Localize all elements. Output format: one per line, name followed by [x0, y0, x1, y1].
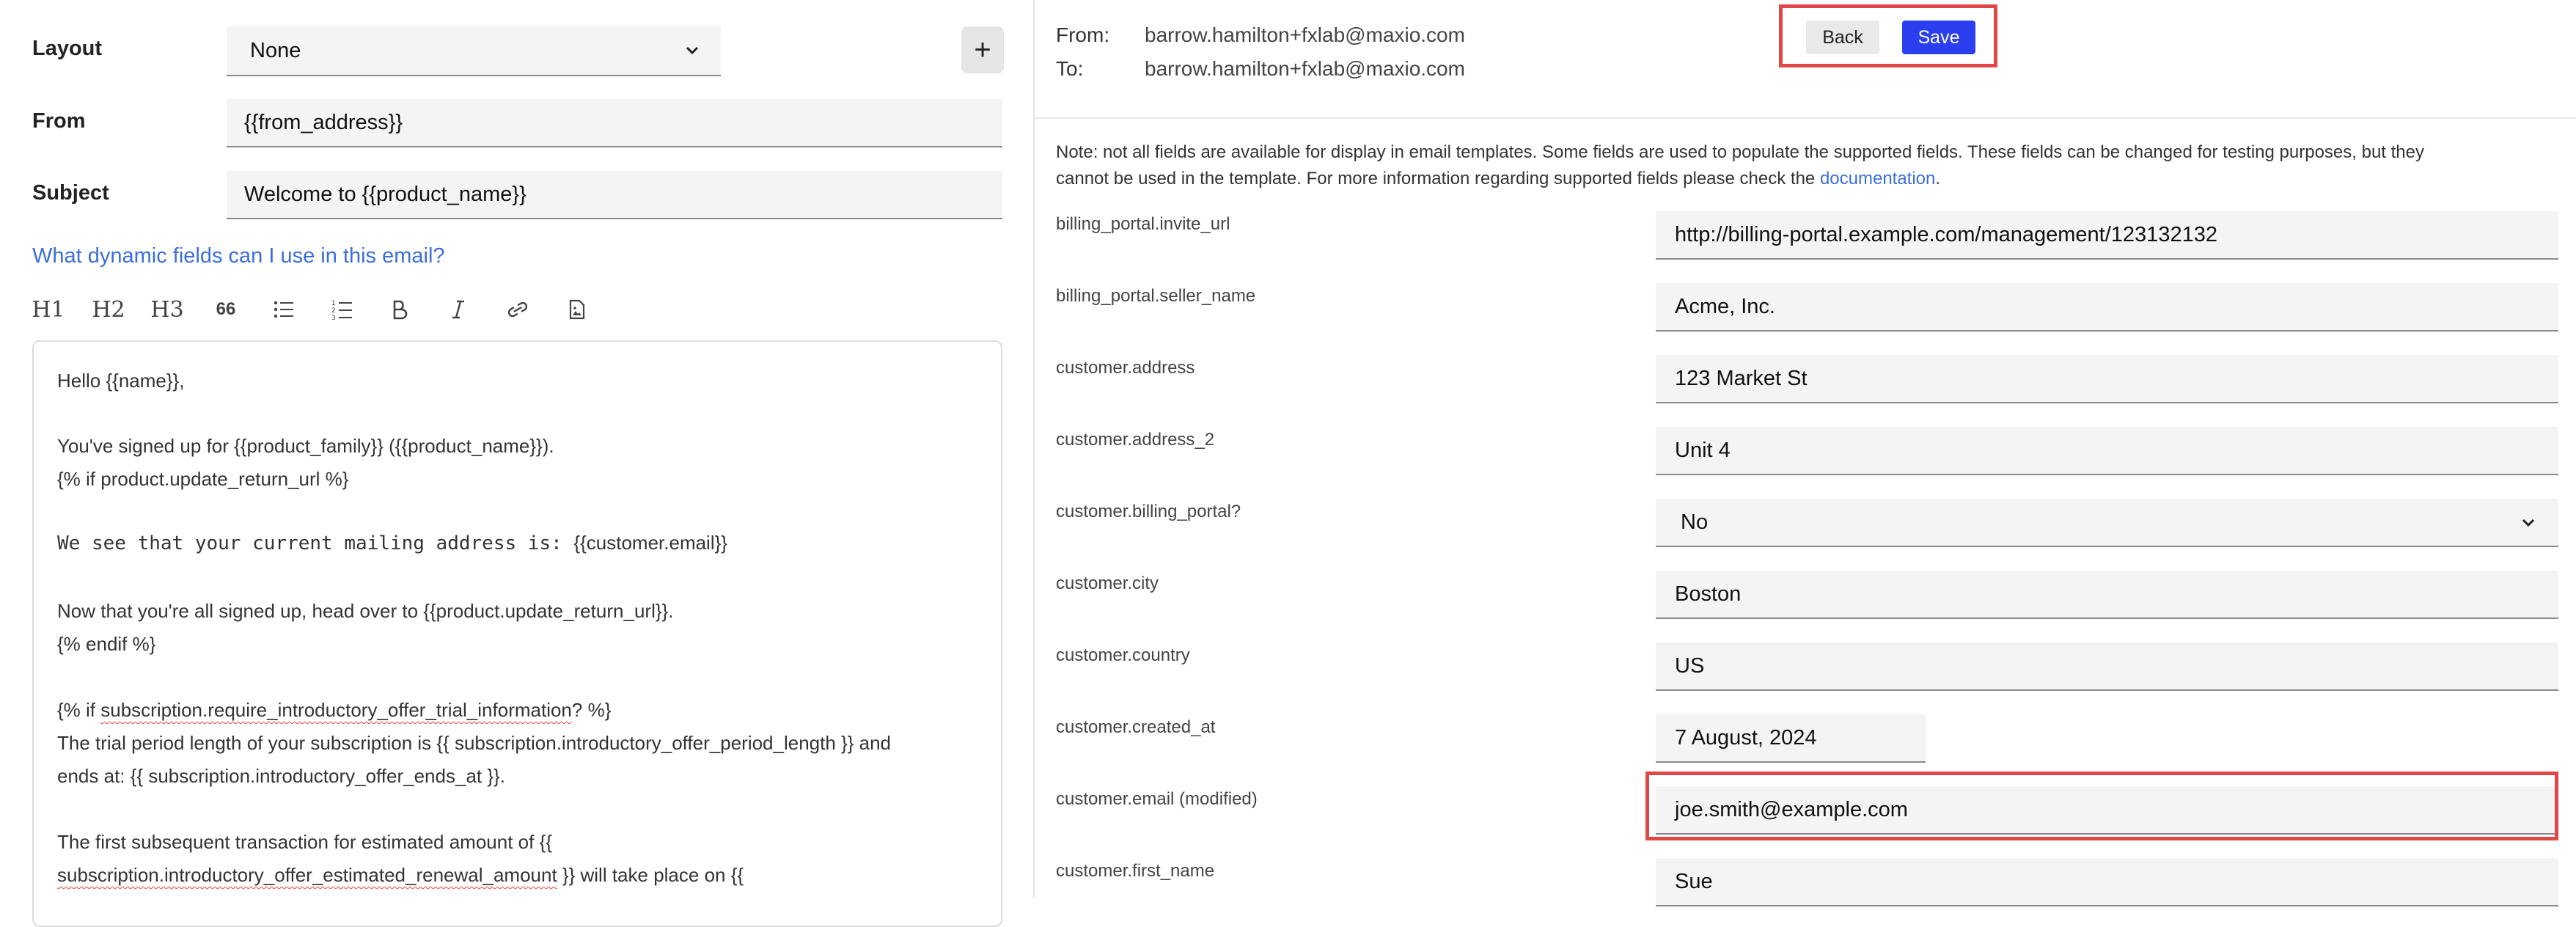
svg-text:1: 1: [331, 300, 336, 307]
modified-field-highlight: [1645, 772, 2558, 840]
field-select-billing-portal[interactable]: No: [1656, 499, 2558, 547]
numbered-list-button[interactable]: 1 2 3: [330, 293, 355, 326]
chevron-down-icon: [2522, 519, 2535, 527]
from-address-value: {{from_address}}: [244, 110, 403, 134]
note-text: cannot be used in the template. For more…: [1056, 169, 1820, 188]
image-file-icon: [569, 299, 585, 320]
from-key: From:: [1056, 23, 1110, 46]
field-value: Unit 4: [1675, 438, 1731, 462]
editor-line: {% if subscription.require_introductory_…: [57, 699, 611, 722]
field-input-customer-created-at[interactable]: 7 August, 2024: [1656, 714, 1926, 763]
numbered-list-icon: 1 2 3: [331, 300, 352, 320]
layout-label: Layout: [32, 37, 103, 60]
supported-fields-note: Note: not all fields are available for d…: [1056, 139, 2544, 192]
chevron-down-icon: [686, 46, 699, 55]
editor-text: }} will take place on {{: [557, 864, 744, 886]
note-text: .: [1935, 169, 1941, 188]
back-button[interactable]: Back: [1806, 21, 1879, 54]
editor-line: ends at: {{ subscription.introductory_of…: [57, 765, 505, 787]
editor-line: {% if product.update_return_url %}: [57, 468, 349, 490]
field-value: US: [1675, 653, 1705, 678]
heading-2-button[interactable]: H2: [91, 293, 126, 326]
field-label: billing_portal.seller_name: [1056, 286, 1256, 306]
subject-input[interactable]: Welcome to {{product_name}}: [227, 171, 1002, 219]
to-address: barrow.hamilton+fxlab@maxio.com: [1145, 57, 1465, 80]
quote-icon: 66: [216, 299, 236, 319]
h1-icon: H1: [32, 296, 65, 323]
pane-divider[interactable]: [1033, 0, 1035, 897]
link-button[interactable]: [503, 293, 532, 326]
field-value: Acme, Inc.: [1675, 294, 1775, 318]
italic-button[interactable]: [447, 293, 469, 326]
h2-icon: H2: [92, 296, 125, 323]
field-input-customer-address-2[interactable]: Unit 4: [1656, 427, 2558, 475]
editor-line: The trial period length of your subscrip…: [57, 732, 892, 754]
field-label: customer.address_2: [1056, 430, 1215, 450]
svg-text:3: 3: [331, 315, 336, 320]
note-line: Note: not all fields are available for d…: [1056, 142, 2424, 162]
editor-code-text: We see that your current mailing address…: [57, 532, 574, 554]
field-value: Sue: [1675, 869, 1713, 893]
field-label: customer.address: [1056, 358, 1195, 378]
header-divider: [1035, 117, 2576, 119]
editor-variable: {{customer.email}}: [573, 532, 727, 554]
add-layout-button[interactable]: +: [961, 26, 1004, 73]
editor-line: The first subsequent transaction for est…: [57, 831, 552, 853]
field-value: Boston: [1675, 582, 1742, 606]
field-label: customer.country: [1056, 645, 1190, 665]
h3-icon: H3: [150, 296, 184, 323]
editor-line: Hello {{name}},: [57, 370, 185, 392]
svg-text:2: 2: [331, 307, 336, 315]
field-input-seller-name[interactable]: Acme, Inc.: [1656, 283, 2558, 331]
bullet-list-icon: [274, 301, 293, 318]
bold-button[interactable]: [389, 293, 411, 326]
insert-image-button[interactable]: [566, 293, 588, 326]
subject-value: Welcome to {{product_name}}: [244, 182, 526, 206]
layout-select-value: None: [250, 38, 301, 62]
field-input-customer-first-name[interactable]: Sue: [1656, 858, 2558, 906]
field-input-customer-address[interactable]: 123 Market St: [1656, 355, 2558, 403]
editor-line: Now that you're all signed up, head over…: [57, 600, 674, 622]
link-icon: [507, 301, 528, 318]
layout-select[interactable]: None: [227, 26, 721, 76]
blockquote-button[interactable]: 66: [213, 293, 239, 326]
field-label: customer.first_name: [1056, 861, 1215, 881]
editor-text: ? %}: [571, 699, 612, 721]
template-editor-pane: Layout None + From {{from_address}} Subj…: [0, 0, 1034, 927]
field-value: No: [1681, 510, 1709, 534]
bold-icon: [393, 300, 408, 320]
editor-line: We see that your current mailing address…: [57, 532, 727, 554]
editor-text: {% if: [57, 699, 101, 721]
field-value: http://billing-portal.example.com/manage…: [1675, 222, 2217, 246]
field-label: billing_portal.invite_url: [1056, 214, 1230, 234]
field-input-customer-country[interactable]: US: [1656, 642, 2558, 691]
editor-line: subscription.introductory_offer_estimate…: [57, 864, 744, 887]
bullet-list-button[interactable]: [271, 293, 296, 326]
field-value: 7 August, 2024: [1675, 725, 1817, 750]
from-address-input[interactable]: {{from_address}}: [227, 99, 1002, 147]
documentation-link[interactable]: documentation: [1820, 169, 1935, 188]
field-label: customer.billing_portal?: [1056, 502, 1241, 521]
note-line: cannot be used in the template. For more…: [1056, 166, 2544, 192]
to-key: To:: [1056, 57, 1084, 80]
dynamic-fields-help-link[interactable]: What dynamic fields can I use in this em…: [32, 244, 445, 268]
save-button[interactable]: Save: [1902, 21, 1975, 54]
heading-3-button[interactable]: H3: [150, 293, 185, 326]
from-label: From: [32, 109, 86, 133]
field-value: 123 Market St: [1675, 366, 1808, 390]
email-body-editor[interactable]: Hello {{name}}, You've signed up for {{p…: [32, 340, 1002, 927]
editor-line: You've signed up for {{product_family}} …: [57, 435, 554, 457]
italic-icon: [452, 300, 464, 319]
field-input-customer-city[interactable]: Boston: [1656, 571, 2558, 619]
subject-label: Subject: [32, 181, 109, 205]
spellcheck-flagged-text: subscription.introductory_offer_estimate…: [57, 864, 557, 886]
editor-line: {% endif %}: [57, 633, 156, 655]
spellcheck-flagged-text: subscription.require_introductory_offer_…: [100, 699, 572, 721]
from-address: barrow.hamilton+fxlab@maxio.com: [1145, 23, 1465, 46]
heading-1-button[interactable]: H1: [32, 293, 65, 326]
field-label: customer.email (modified): [1056, 789, 1258, 809]
field-label: customer.city: [1056, 574, 1159, 593]
field-input-billing-portal-invite-url[interactable]: http://billing-portal.example.com/manage…: [1656, 211, 2558, 260]
field-label: customer.created_at: [1056, 717, 1216, 737]
